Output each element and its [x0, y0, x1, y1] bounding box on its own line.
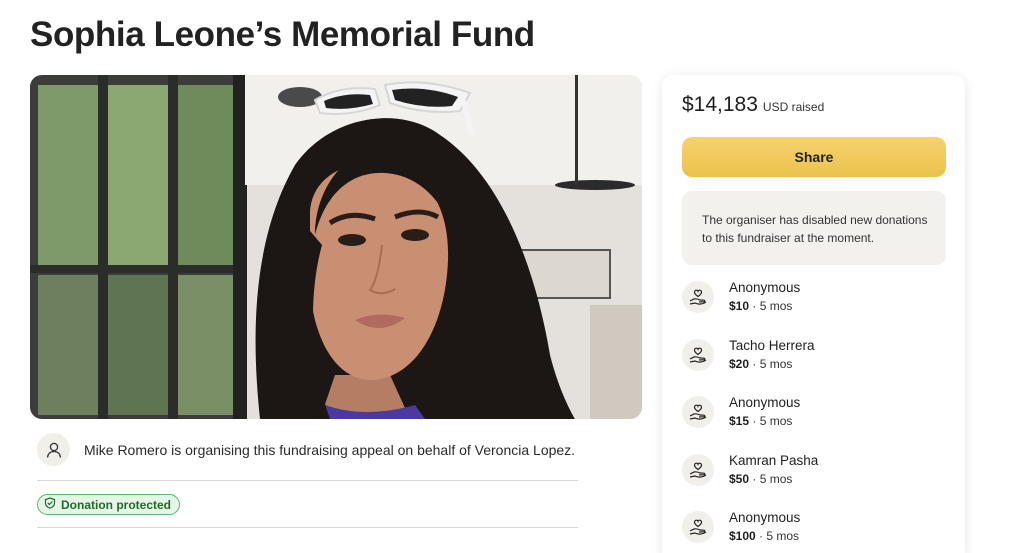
- donor-name: Tacho Herrera: [729, 337, 815, 353]
- donation-protected-badge[interactable]: Donation protected: [37, 494, 180, 515]
- fundraiser-page: Sophia Leone’s Memorial Fund Mike Romero…: [0, 0, 1024, 553]
- list-item: Kamran Pasha $50 · 5 mos: [682, 452, 946, 510]
- list-item: Anonymous $15 · 5 mos: [682, 394, 946, 452]
- shield-icon: [44, 497, 56, 512]
- raised-suffix: USD raised: [762, 100, 825, 114]
- organiser-row: Mike Romero is organising this fundraisi…: [37, 433, 575, 466]
- donor-name: Kamran Pasha: [729, 452, 819, 468]
- donation-time: 5 mos: [759, 414, 793, 428]
- donation-hand-icon: [682, 338, 714, 371]
- donation-list: Anonymous $10 · 5 mos Tacho Herrera $20 …: [682, 279, 946, 553]
- page-title: Sophia Leone’s Memorial Fund: [30, 15, 535, 54]
- donation-time: 5 mos: [759, 471, 793, 486]
- person-icon: [37, 433, 70, 466]
- donations-disabled-notice: The organiser has disabled new donations…: [682, 191, 946, 265]
- donation-time: 5 mos: [759, 299, 793, 313]
- donor-name: Anonymous: [729, 280, 801, 295]
- divider: [37, 527, 578, 528]
- amount-raised: $14,183 USD raised: [682, 93, 824, 117]
- donation-hand-icon: [682, 396, 714, 428]
- donation-time: 5 mos: [766, 529, 800, 543]
- portrait-illustration: [30, 75, 642, 419]
- donor-name: Anonymous: [729, 510, 801, 525]
- list-item: Tacho Herrera $20 · 5 mos: [682, 337, 946, 395]
- donation-time: 5 mos: [759, 356, 793, 371]
- donation-card: $14,183 USD raised Share The organiser h…: [662, 75, 965, 553]
- badge-label: Donation protected: [61, 497, 171, 512]
- fundraiser-photo: [30, 75, 642, 419]
- raised-amount: $14,183: [682, 93, 758, 116]
- donation-hand-icon: [682, 281, 714, 313]
- donation-amount: $100: [729, 529, 756, 543]
- divider: [37, 480, 578, 481]
- donor-name: Anonymous: [729, 395, 801, 410]
- donation-amount: $15: [729, 414, 750, 428]
- share-button[interactable]: Share: [682, 137, 946, 177]
- list-item: Anonymous $100 · 5 mos: [682, 509, 946, 553]
- donation-hand-icon: [682, 453, 714, 486]
- list-item: Anonymous $10 · 5 mos: [682, 279, 946, 337]
- donation-hand-icon: [682, 511, 714, 543]
- donation-amount: $10: [729, 299, 750, 313]
- donation-amount: $50: [729, 471, 750, 486]
- donation-amount: $20: [729, 356, 750, 371]
- organiser-description: Mike Romero is organising this fundraisi…: [84, 441, 576, 458]
